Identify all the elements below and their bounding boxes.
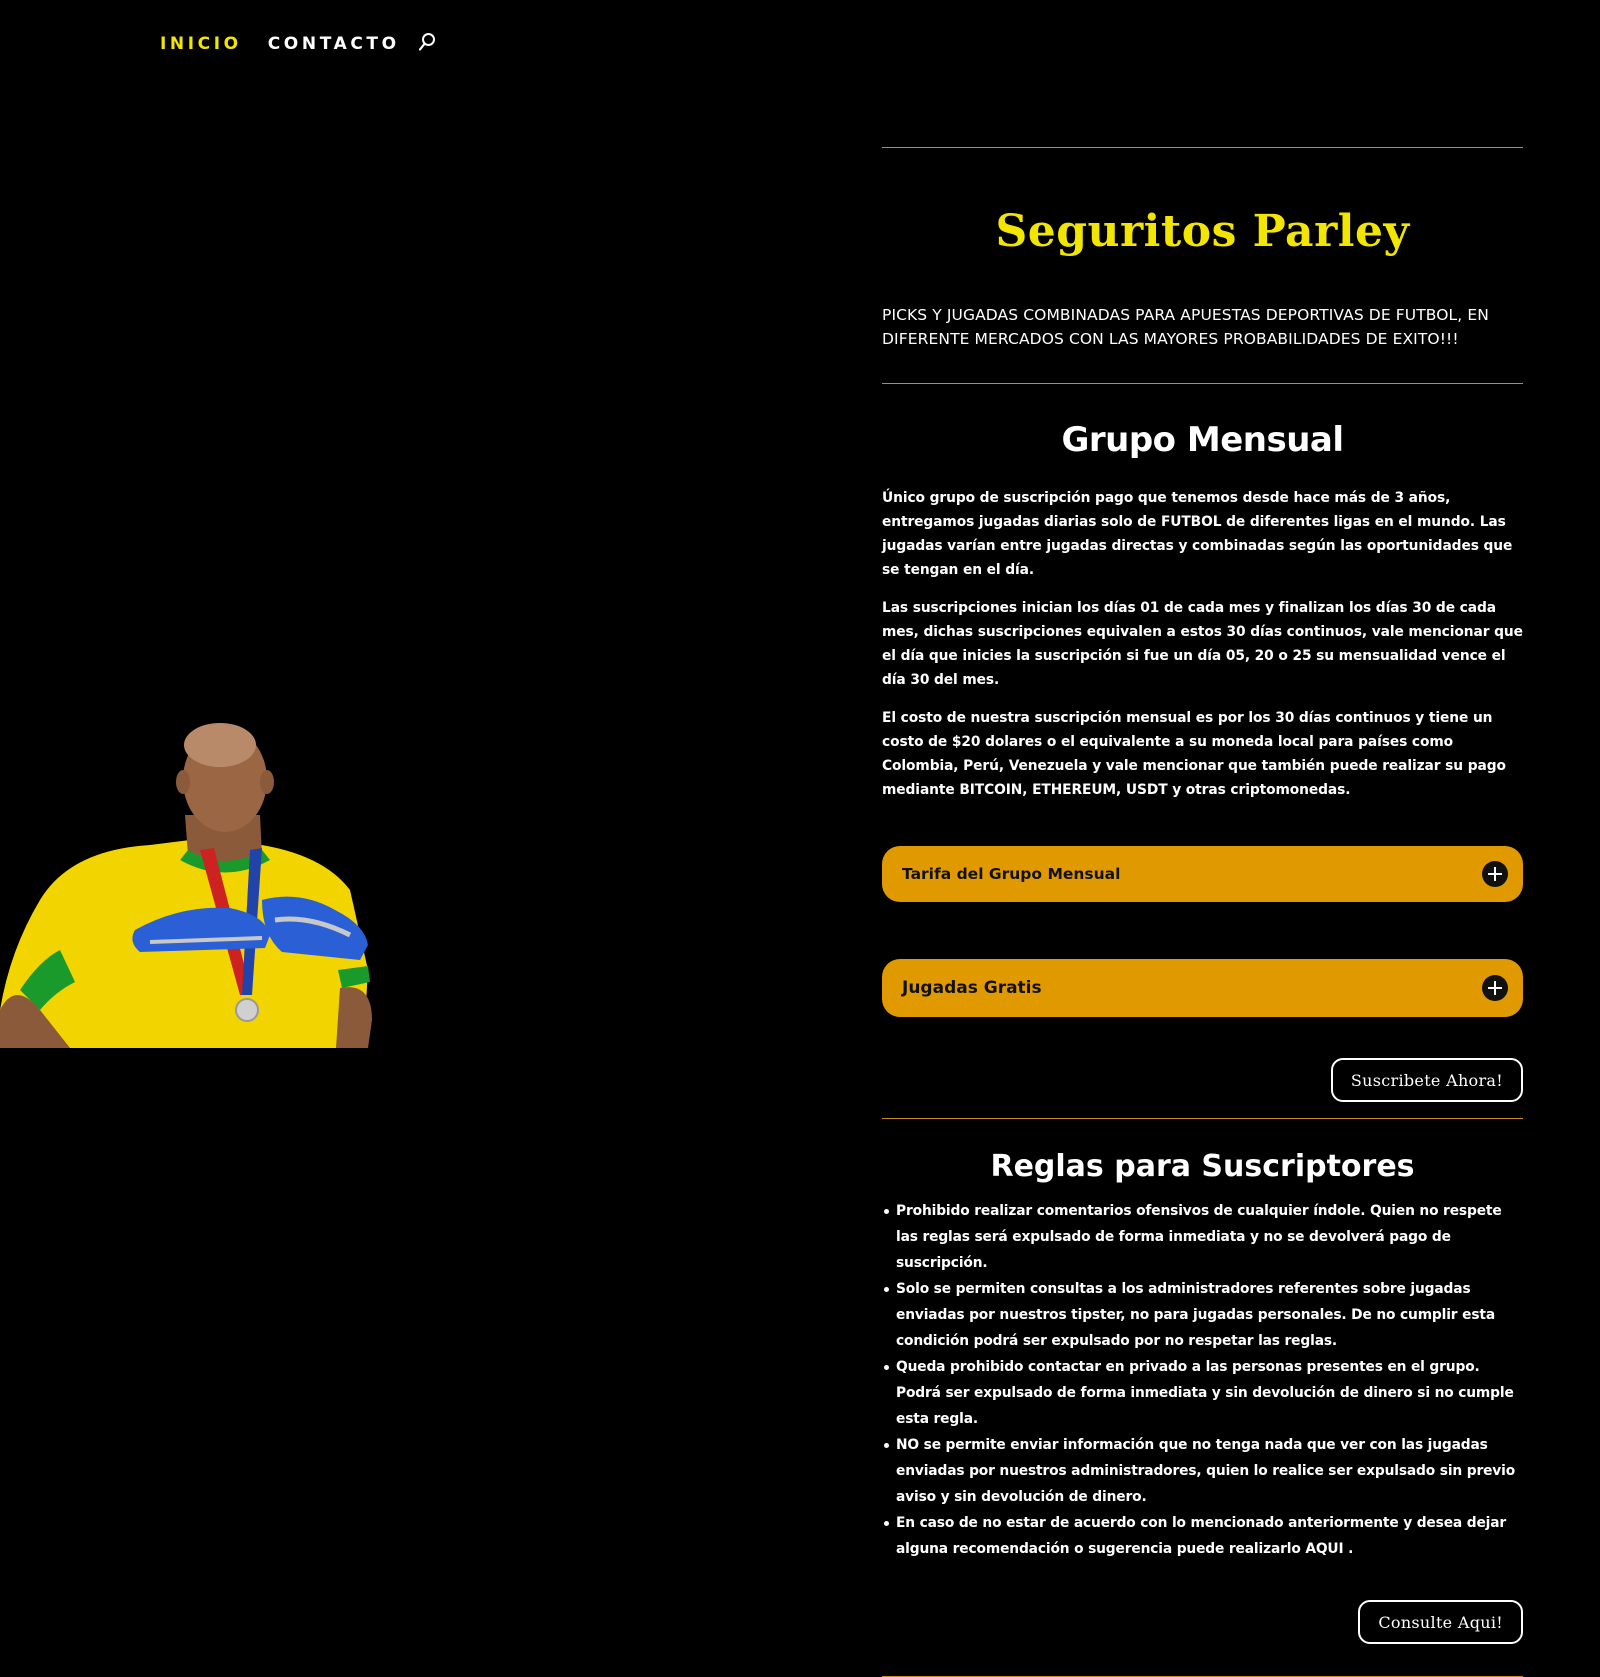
list-item: Solo se permiten consultas a los adminis… bbox=[884, 1276, 1523, 1354]
group-paragraph: Único grupo de suscripción pago que tene… bbox=[882, 490, 1513, 578]
consult-row: Consulte Aqui! bbox=[882, 1600, 1523, 1644]
accordion-label: Tarifa del Grupo Mensual bbox=[902, 865, 1121, 883]
divider bbox=[882, 147, 1523, 148]
divider bbox=[882, 383, 1523, 384]
nav-item-contacto[interactable]: CONTACTO bbox=[268, 34, 400, 54]
accordion-label: Jugadas Gratis bbox=[902, 978, 1042, 998]
list-item: En caso de no estar de acuerdo con lo me… bbox=[884, 1510, 1523, 1562]
group-paragraph: El costo de nuestra suscripción mensual … bbox=[882, 710, 1506, 798]
subscribe-row: Suscribete Ahora! bbox=[882, 1058, 1523, 1102]
search-icon[interactable] bbox=[418, 32, 436, 52]
group-heading: Grupo Mensual bbox=[1061, 420, 1344, 460]
rules-heading: Reglas para Suscriptores bbox=[990, 1149, 1415, 1184]
plus-circle-icon[interactable] bbox=[1481, 974, 1509, 1002]
list-item: Queda prohibido contactar en privado a l… bbox=[884, 1354, 1523, 1432]
accordion-tarifa[interactable]: Tarifa del Grupo Mensual bbox=[882, 846, 1523, 902]
plus-circle-icon[interactable] bbox=[1481, 860, 1509, 888]
main-nav: INICIO CONTACTO bbox=[160, 32, 436, 54]
list-item: Prohibido realizar comentarios ofensivos… bbox=[884, 1198, 1523, 1276]
content-column: Seguritos Parley PICKS Y JUGADAS COMBINA… bbox=[882, 147, 1523, 1677]
list-item: NO se permite enviar información que no … bbox=[884, 1432, 1523, 1510]
player-photo bbox=[0, 723, 372, 1048]
divider bbox=[882, 1118, 1523, 1119]
subscribe-button[interactable]: Suscribete Ahora! bbox=[1330, 1058, 1523, 1102]
tagline: PICKS Y JUGADAS COMBINADAS PARA APUESTAS… bbox=[882, 306, 1489, 348]
accordion-jugadas-gratis[interactable]: Jugadas Gratis bbox=[882, 959, 1523, 1017]
group-paragraph: Las suscripciones inician los días 01 de… bbox=[882, 600, 1523, 688]
consult-button[interactable]: Consulte Aqui! bbox=[1358, 1600, 1523, 1644]
site-title: Seguritos Parley bbox=[995, 206, 1410, 257]
nav-item-inicio[interactable]: INICIO bbox=[160, 34, 242, 54]
rules-list: Prohibido realizar comentarios ofensivos… bbox=[882, 1198, 1523, 1562]
